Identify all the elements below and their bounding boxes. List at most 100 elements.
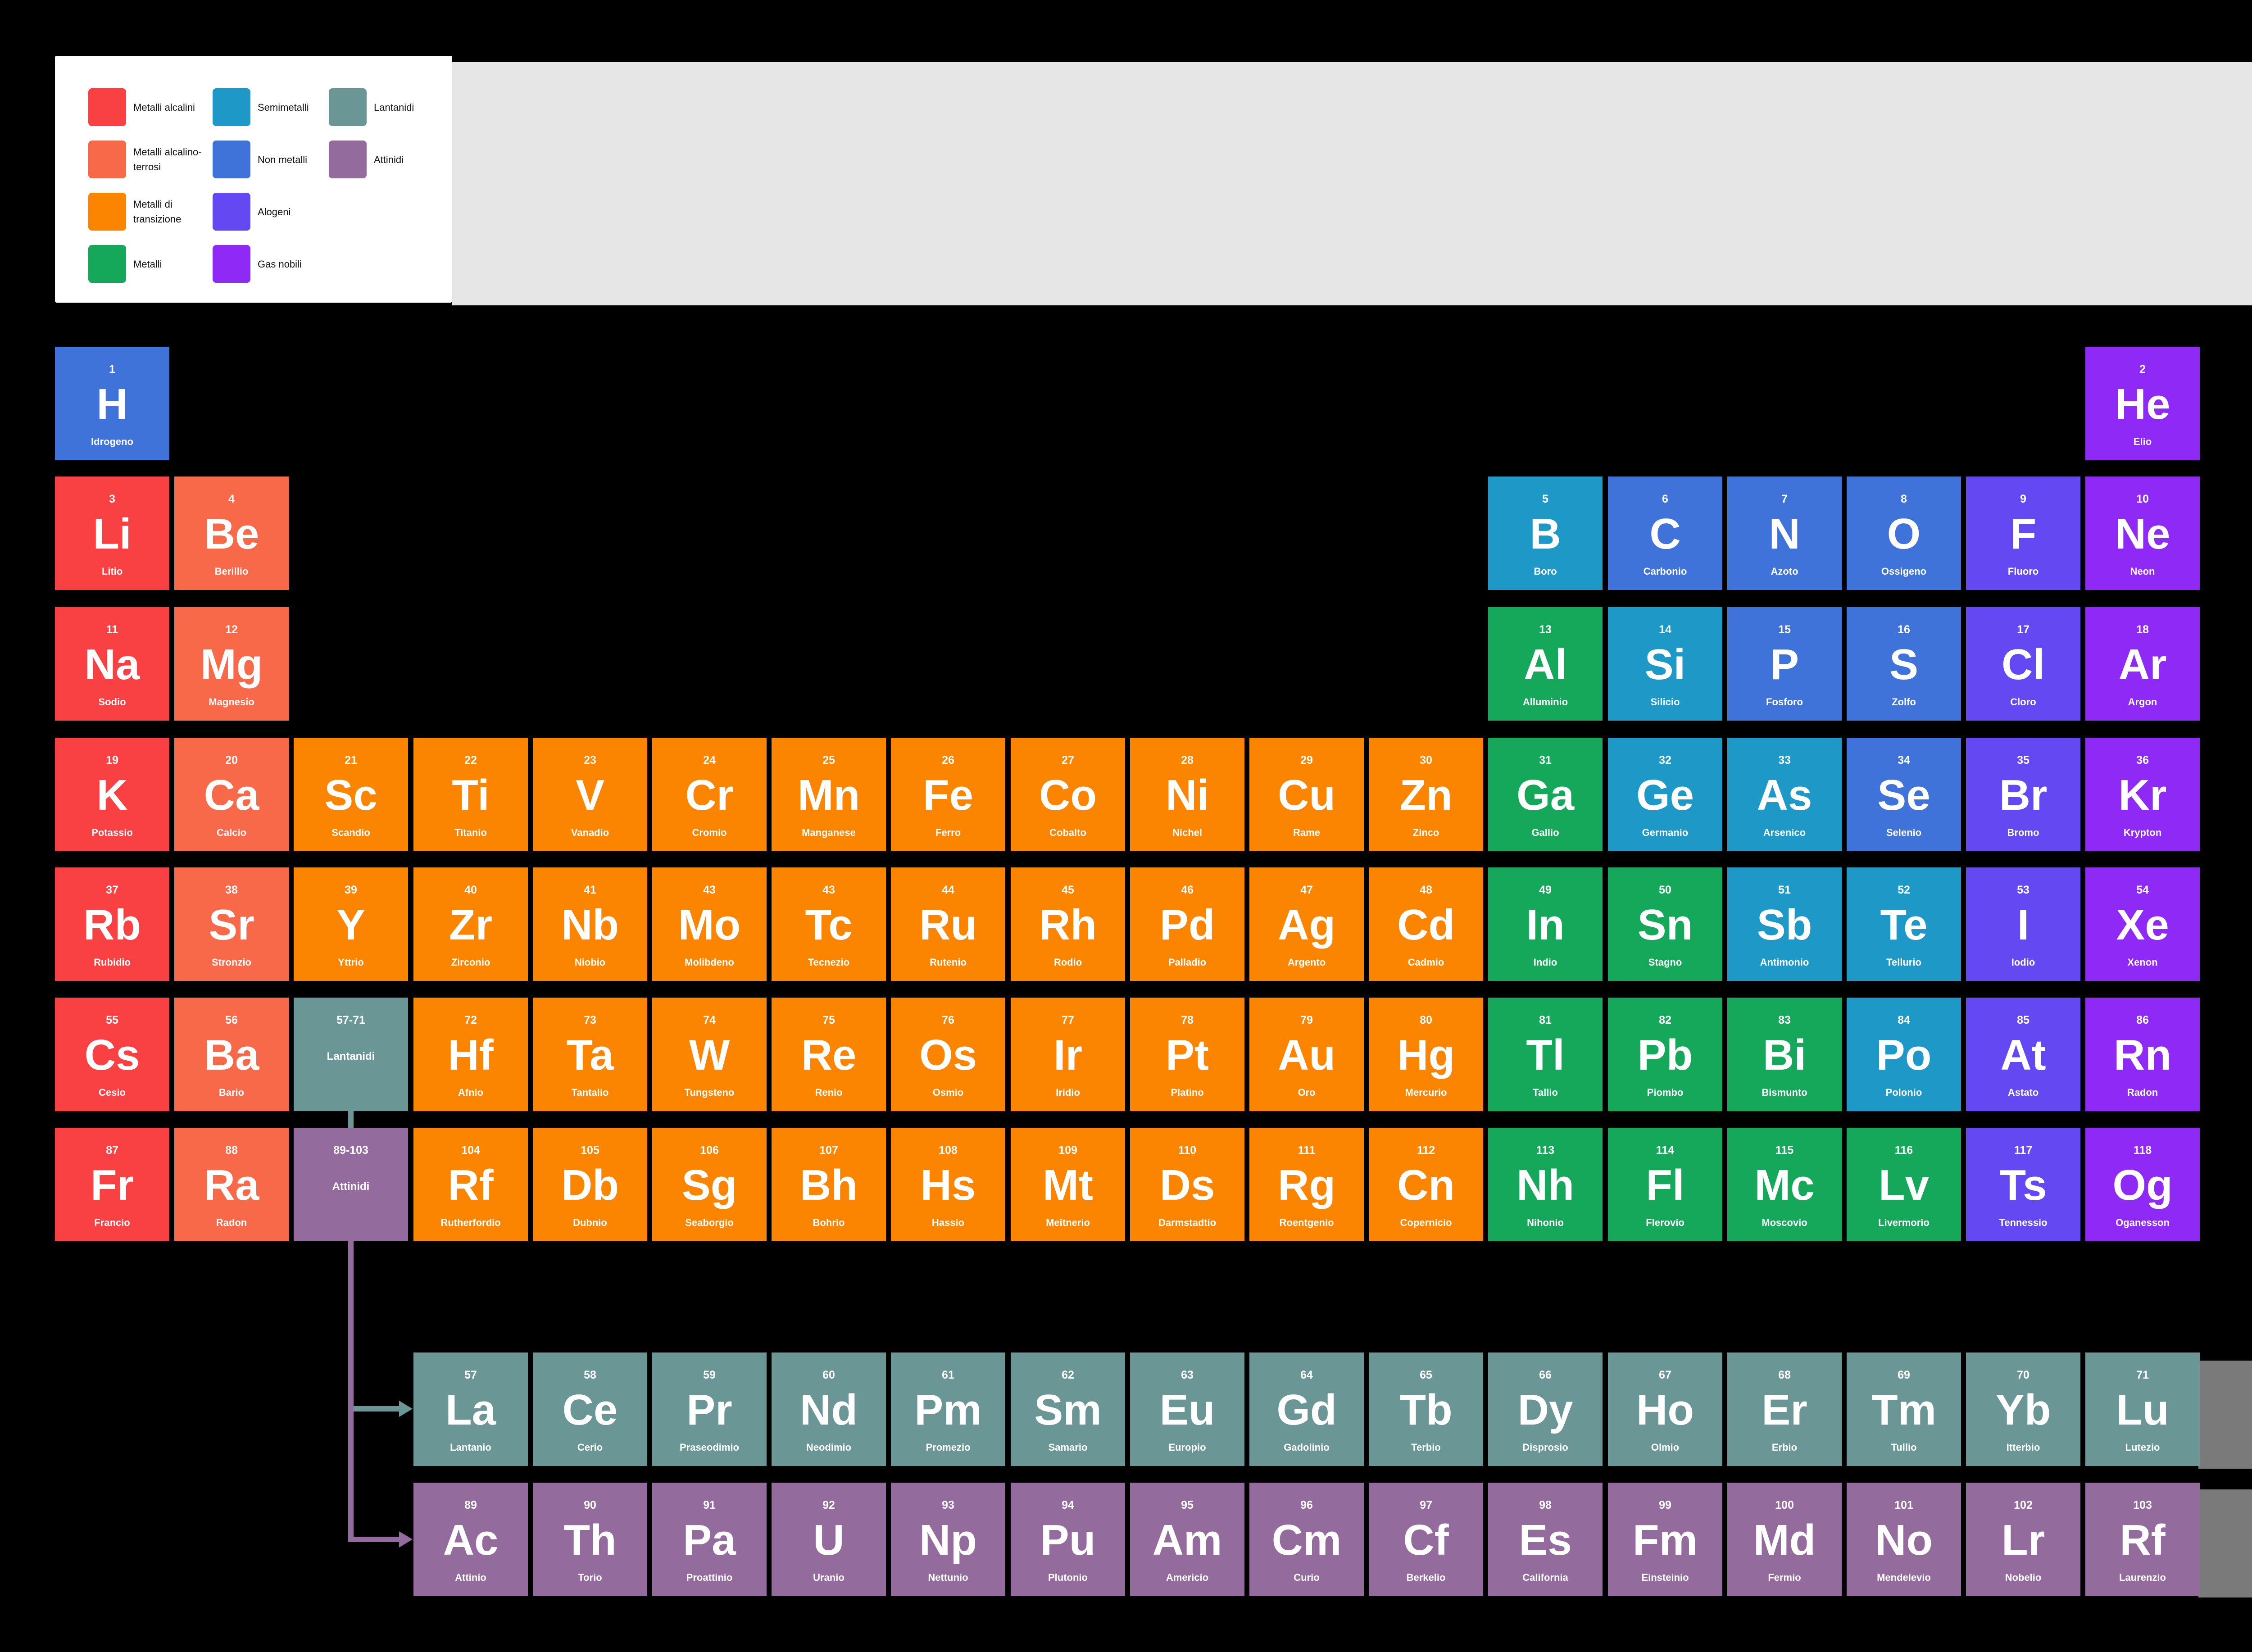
- element-cell[interactable]: 23 V Vanadio: [533, 738, 647, 851]
- element-cell[interactable]: 35 Br Bromo: [1966, 738, 2080, 851]
- element-cell[interactable]: 10 Ne Neon: [2085, 477, 2200, 590]
- element-cell[interactable]: 80 Hg Mercurio: [1369, 998, 1483, 1111]
- element-cell[interactable]: 50 Sn Stagno: [1608, 867, 1722, 981]
- element-cell[interactable]: 77 Ir Iridio: [1011, 998, 1125, 1111]
- element-cell[interactable]: 82 Pb Piombo: [1608, 998, 1722, 1111]
- element-cell[interactable]: 7 N Azoto: [1727, 477, 1842, 590]
- element-cell[interactable]: 63 Eu Europio: [1130, 1352, 1244, 1466]
- element-cell[interactable]: 15 P Fosforo: [1727, 607, 1842, 721]
- element-cell[interactable]: 113 Nh Nihonio: [1488, 1128, 1603, 1241]
- element-cell[interactable]: 118 Og Oganesson: [2085, 1128, 2200, 1241]
- element-cell[interactable]: 61 Pm Promezio: [891, 1352, 1005, 1466]
- element-cell[interactable]: 108 Hs Hassio: [891, 1128, 1005, 1241]
- element-cell[interactable]: 111 Rg Roentgenio: [1249, 1128, 1364, 1241]
- element-cell[interactable]: 114 Fl Flerovio: [1608, 1128, 1722, 1241]
- series-placeholder-cell[interactable]: 89-103 Attinidi: [294, 1128, 408, 1241]
- element-cell[interactable]: 115 Mc Moscovio: [1727, 1128, 1842, 1241]
- element-cell[interactable]: 68 Er Erbio: [1727, 1352, 1842, 1466]
- element-cell[interactable]: 86 Rn Radon: [2085, 998, 2200, 1111]
- element-cell[interactable]: 75 Re Renio: [772, 998, 886, 1111]
- element-cell[interactable]: 6 C Carbonio: [1608, 477, 1722, 590]
- element-cell[interactable]: 2 He Elio: [2085, 347, 2200, 460]
- element-cell[interactable]: 58 Ce Cerio: [533, 1352, 647, 1466]
- element-cell[interactable]: 101 No Mendelevio: [1847, 1483, 1961, 1596]
- element-cell[interactable]: 46 Pd Palladio: [1130, 867, 1244, 981]
- element-cell[interactable]: 103 Rf Laurenzio: [2085, 1483, 2200, 1596]
- element-cell[interactable]: 25 Mn Manganese: [772, 738, 886, 851]
- element-cell[interactable]: 43 Tc Tecnezio: [772, 867, 886, 981]
- element-cell[interactable]: 116 Lv Livermorio: [1847, 1128, 1961, 1241]
- element-cell[interactable]: 74 W Tungsteno: [652, 998, 767, 1111]
- element-cell[interactable]: 67 Ho Olmio: [1608, 1352, 1722, 1466]
- element-cell[interactable]: 55 Cs Cesio: [55, 998, 169, 1111]
- element-cell[interactable]: 37 Rb Rubidio: [55, 867, 169, 981]
- element-cell[interactable]: 41 Nb Niobio: [533, 867, 647, 981]
- element-cell[interactable]: 70 Yb Itterbio: [1966, 1352, 2080, 1466]
- element-cell[interactable]: 4 Be Berillio: [174, 477, 289, 590]
- element-cell[interactable]: 112 Cn Copernicio: [1369, 1128, 1483, 1241]
- element-cell[interactable]: 100 Md Fermio: [1727, 1483, 1842, 1596]
- element-cell[interactable]: 45 Rh Rodio: [1011, 867, 1125, 981]
- element-cell[interactable]: 57 La Lantanio: [413, 1352, 528, 1466]
- element-cell[interactable]: 76 Os Osmio: [891, 998, 1005, 1111]
- element-cell[interactable]: 14 Si Silicio: [1608, 607, 1722, 721]
- element-cell[interactable]: 24 Cr Cromio: [652, 738, 767, 851]
- element-cell[interactable]: 104 Rf Rutherfordio: [413, 1128, 528, 1241]
- element-cell[interactable]: 95 Am Americio: [1130, 1483, 1244, 1596]
- element-cell[interactable]: 97 Cf Berkelio: [1369, 1483, 1483, 1596]
- element-cell[interactable]: 48 Cd Cadmio: [1369, 867, 1483, 981]
- element-cell[interactable]: 26 Fe Ferro: [891, 738, 1005, 851]
- element-cell[interactable]: 56 Ba Bario: [174, 998, 289, 1111]
- element-cell[interactable]: 53 I Iodio: [1966, 867, 2080, 981]
- element-cell[interactable]: 18 Ar Argon: [2085, 607, 2200, 721]
- element-cell[interactable]: 51 Sb Antimonio: [1727, 867, 1842, 981]
- element-cell[interactable]: 87 Fr Francio: [55, 1128, 169, 1241]
- element-cell[interactable]: 22 Ti Titanio: [413, 738, 528, 851]
- element-cell[interactable]: 94 Pu Plutonio: [1011, 1483, 1125, 1596]
- element-cell[interactable]: 3 Li Litio: [55, 477, 169, 590]
- element-cell[interactable]: 21 Sc Scandio: [294, 738, 408, 851]
- element-cell[interactable]: 49 In Indio: [1488, 867, 1603, 981]
- element-cell[interactable]: 65 Tb Terbio: [1369, 1352, 1483, 1466]
- element-cell[interactable]: 92 U Uranio: [772, 1483, 886, 1596]
- element-cell[interactable]: 32 Ge Germanio: [1608, 738, 1722, 851]
- element-cell[interactable]: 9 F Fluoro: [1966, 477, 2080, 590]
- element-cell[interactable]: 117 Ts Tennessio: [1966, 1128, 2080, 1241]
- element-cell[interactable]: 78 Pt Platino: [1130, 998, 1244, 1111]
- element-cell[interactable]: 59 Pr Praseodimio: [652, 1352, 767, 1466]
- element-cell[interactable]: 39 Y Yttrio: [294, 867, 408, 981]
- element-cell[interactable]: 99 Fm Einsteinio: [1608, 1483, 1722, 1596]
- element-cell[interactable]: 27 Co Cobalto: [1011, 738, 1125, 851]
- element-cell[interactable]: 43 Mo Molibdeno: [652, 867, 767, 981]
- element-cell[interactable]: 106 Sg Seaborgio: [652, 1128, 767, 1241]
- element-cell[interactable]: 54 Xe Xenon: [2085, 867, 2200, 981]
- element-cell[interactable]: 93 Np Nettunio: [891, 1483, 1005, 1596]
- element-cell[interactable]: 105 Db Dubnio: [533, 1128, 647, 1241]
- element-cell[interactable]: 38 Sr Stronzio: [174, 867, 289, 981]
- element-cell[interactable]: 28 Ni Nichel: [1130, 738, 1244, 851]
- element-cell[interactable]: 17 Cl Cloro: [1966, 607, 2080, 721]
- element-cell[interactable]: 1 H Idrogeno: [55, 347, 169, 460]
- element-cell[interactable]: 64 Gd Gadolinio: [1249, 1352, 1364, 1466]
- element-cell[interactable]: 5 B Boro: [1488, 477, 1603, 590]
- element-cell[interactable]: 90 Th Torio: [533, 1483, 647, 1596]
- element-cell[interactable]: 16 S Zolfo: [1847, 607, 1961, 721]
- element-cell[interactable]: 72 Hf Afnio: [413, 998, 528, 1111]
- element-cell[interactable]: 36 Kr Krypton: [2085, 738, 2200, 851]
- element-cell[interactable]: 44 Ru Rutenio: [891, 867, 1005, 981]
- element-cell[interactable]: 84 Po Polonio: [1847, 998, 1961, 1111]
- element-cell[interactable]: 20 Ca Calcio: [174, 738, 289, 851]
- element-cell[interactable]: 109 Mt Meitnerio: [1011, 1128, 1125, 1241]
- element-cell[interactable]: 13 Al Alluminio: [1488, 607, 1603, 721]
- element-cell[interactable]: 33 As Arsenico: [1727, 738, 1842, 851]
- element-cell[interactable]: 91 Pa Proattinio: [652, 1483, 767, 1596]
- element-cell[interactable]: 79 Au Oro: [1249, 998, 1364, 1111]
- element-cell[interactable]: 47 Ag Argento: [1249, 867, 1364, 981]
- element-cell[interactable]: 52 Te Tellurio: [1847, 867, 1961, 981]
- element-cell[interactable]: 81 Tl Tallio: [1488, 998, 1603, 1111]
- element-cell[interactable]: 19 K Potassio: [55, 738, 169, 851]
- element-cell[interactable]: 69 Tm Tullio: [1847, 1352, 1961, 1466]
- element-cell[interactable]: 30 Zn Zinco: [1369, 738, 1483, 851]
- element-cell[interactable]: 73 Ta Tantalio: [533, 998, 647, 1111]
- element-cell[interactable]: 34 Se Selenio: [1847, 738, 1961, 851]
